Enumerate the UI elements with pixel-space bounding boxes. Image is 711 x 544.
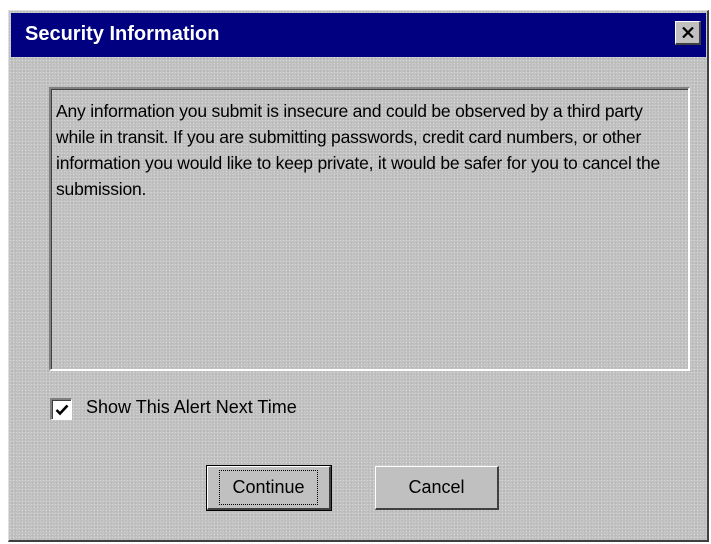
message-box: Any information you submit is insecure a… bbox=[49, 87, 690, 371]
checkmark-icon bbox=[55, 404, 68, 415]
security-information-dialog: Security Information Any information you… bbox=[8, 10, 709, 542]
continue-button-label: Continue bbox=[219, 470, 318, 505]
window-title: Security Information bbox=[25, 23, 220, 45]
title-bar[interactable]: Security Information bbox=[11, 13, 706, 57]
security-warning-text: Any information you submit is insecure a… bbox=[56, 101, 661, 199]
close-button[interactable] bbox=[675, 21, 701, 45]
continue-button[interactable]: Continue bbox=[206, 465, 332, 511]
cancel-button[interactable]: Cancel bbox=[375, 466, 499, 510]
show-alert-label[interactable]: Show This Alert Next Time bbox=[86, 397, 297, 418]
cancel-button-label: Cancel bbox=[408, 477, 465, 497]
show-alert-checkbox[interactable] bbox=[50, 398, 72, 420]
close-icon bbox=[681, 27, 694, 38]
